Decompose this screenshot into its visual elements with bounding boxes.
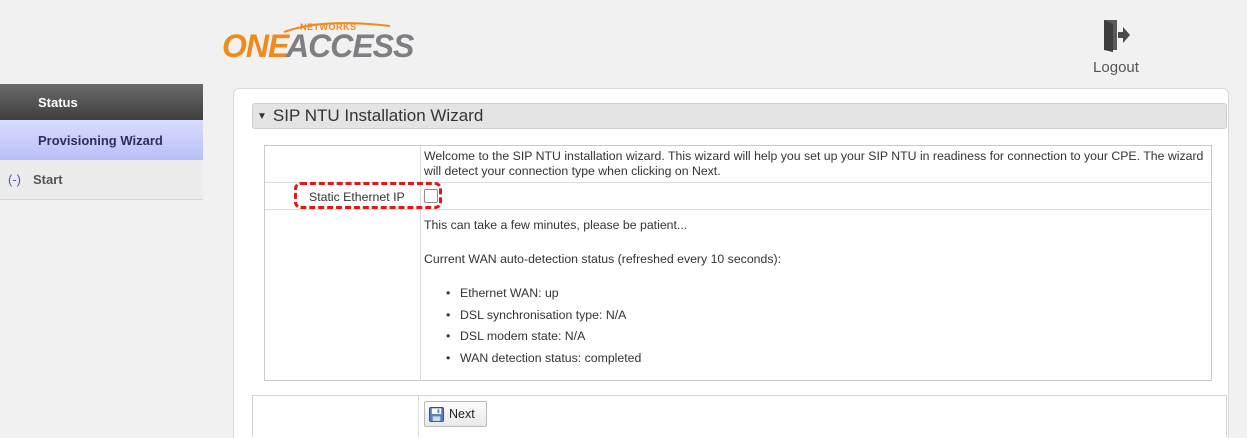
collapse-triangle-icon: ▼ bbox=[257, 110, 267, 122]
row-divider bbox=[265, 209, 1211, 210]
logout-button[interactable]: Logout bbox=[1088, 18, 1144, 76]
header: NETWORKS ONE ACCESS Logout bbox=[0, 0, 1247, 82]
sidebar-item-label: Provisioning Wizard bbox=[38, 132, 163, 148]
wan-status-heading: Current WAN auto-detection status (refre… bbox=[424, 252, 781, 266]
patience-text: This can take a few minutes, please be p… bbox=[424, 218, 688, 232]
list-item: Ethernet WAN: up bbox=[446, 286, 641, 308]
list-item: WAN detection status: completed bbox=[446, 351, 641, 373]
logo-access-text: ACCESS bbox=[286, 28, 414, 64]
highlight-annotation bbox=[294, 182, 442, 209]
welcome-text: Welcome to the SIP NTU installation wiza… bbox=[424, 149, 1204, 178]
sidebar: Status Provisioning Wizard (-) Start bbox=[0, 84, 203, 200]
wan-status-list: Ethernet WAN: up DSL synchronisation typ… bbox=[446, 286, 641, 372]
collapse-toggle-icon[interactable]: (-) bbox=[8, 172, 21, 187]
logo-one-text: ONE bbox=[222, 28, 289, 64]
wizard-title: SIP NTU Installation Wizard bbox=[272, 106, 484, 125]
wizard-footer bbox=[252, 395, 1227, 437]
logout-label: Logout bbox=[1093, 59, 1139, 76]
sidebar-item-label: Start bbox=[33, 172, 63, 187]
save-disk-icon bbox=[429, 406, 444, 422]
logout-icon bbox=[1104, 20, 1130, 52]
list-item: DSL synchronisation type: N/A bbox=[446, 308, 641, 330]
wizard-title-bar[interactable]: ▼ SIP NTU Installation Wizard bbox=[252, 103, 1227, 129]
list-item: DSL modem state: N/A bbox=[446, 329, 641, 351]
sidebar-item-start[interactable]: (-) Start bbox=[0, 160, 203, 200]
footer-divider bbox=[418, 396, 419, 437]
next-button[interactable]: Next bbox=[424, 401, 487, 427]
oneaccess-logo: NETWORKS ONE ACCESS bbox=[222, 20, 414, 64]
sidebar-item-label: Status bbox=[38, 94, 78, 110]
sidebar-item-provisioning-wizard[interactable]: Provisioning Wizard bbox=[0, 120, 203, 160]
sidebar-item-status[interactable]: Status bbox=[0, 84, 203, 120]
next-button-label: Next bbox=[449, 407, 475, 421]
